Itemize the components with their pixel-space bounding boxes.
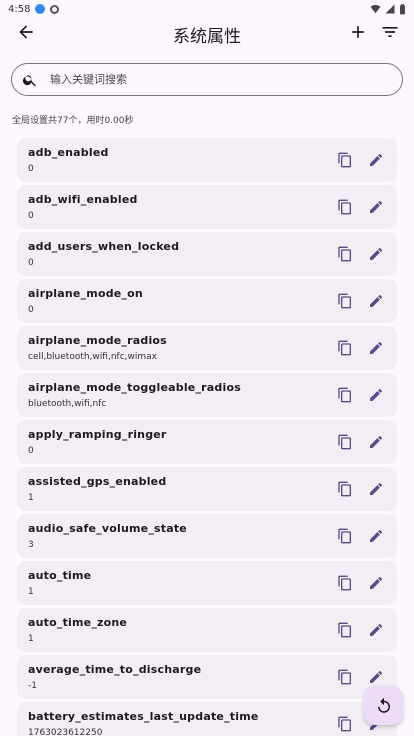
refresh-button[interactable] (364, 686, 403, 725)
battery-icon (400, 3, 405, 14)
setting-name: audio_safe_volume_state (28, 522, 187, 535)
copy-icon[interactable] (337, 246, 353, 262)
list-item[interactable]: audio_safe_volume_state 3 (17, 514, 397, 558)
setting-name: auto_time (28, 569, 92, 582)
pencil-icon[interactable] (368, 199, 384, 215)
settings-list: adb_enabled 0 adb_wifi_enabled 0 add_use… (17, 138, 397, 736)
list-item[interactable]: airplane_mode_radios cell,bluetooth,wifi… (17, 326, 397, 370)
wifi-icon (370, 4, 381, 14)
copy-icon[interactable] (337, 387, 353, 403)
setting-value: 3 (28, 540, 34, 550)
list-item[interactable]: assisted_gps_enabled 1 (17, 467, 397, 511)
search-input[interactable] (50, 73, 350, 86)
pencil-icon[interactable] (368, 293, 384, 309)
pencil-icon[interactable] (368, 528, 384, 544)
pencil-icon[interactable] (368, 246, 384, 262)
notification-icon (35, 4, 46, 14)
setting-value: 1 (28, 587, 34, 597)
setting-name: adb_enabled (28, 146, 109, 159)
setting-value: bluetooth,wifi,nfc (28, 399, 107, 409)
search-bar[interactable] (11, 63, 403, 96)
setting-name: airplane_mode_on (28, 287, 143, 300)
signal-icon (385, 4, 395, 14)
list-item[interactable]: adb_enabled 0 (17, 138, 397, 182)
setting-name: adb_wifi_enabled (28, 193, 138, 206)
copy-icon[interactable] (337, 434, 353, 450)
copy-icon[interactable] (337, 481, 353, 497)
settings-status-icon (50, 4, 60, 14)
plus-icon[interactable] (348, 22, 368, 42)
setting-value: 1763023612250 (28, 728, 103, 736)
pencil-icon[interactable] (368, 434, 384, 450)
setting-name: add_users_when_locked (28, 240, 180, 253)
setting-name: apply_ramping_ringer (28, 428, 167, 441)
list-item[interactable]: adb_wifi_enabled 0 (17, 185, 397, 229)
copy-icon[interactable] (337, 669, 353, 685)
setting-name: average_time_to_discharge (28, 663, 202, 676)
list-item[interactable]: battery_estimates_last_update_time 17630… (17, 702, 397, 736)
copy-icon[interactable] (337, 340, 353, 356)
copy-icon[interactable] (337, 199, 353, 215)
setting-value: 0 (28, 305, 34, 315)
pencil-icon[interactable] (368, 387, 384, 403)
list-item[interactable]: auto_time_zone 1 (17, 608, 397, 652)
setting-value: 1 (28, 493, 34, 503)
copy-icon[interactable] (337, 528, 353, 544)
list-item[interactable]: auto_time 1 (17, 561, 397, 605)
copy-icon[interactable] (337, 293, 353, 309)
setting-value: -1 (28, 681, 37, 691)
list-item[interactable]: apply_ramping_ringer 0 (17, 420, 397, 464)
setting-value: 0 (28, 164, 34, 174)
app-bar: 系统属性 (0, 18, 414, 48)
setting-name: airplane_mode_toggleable_radios (28, 381, 241, 394)
list-item[interactable]: average_time_to_discharge -1 (17, 655, 397, 699)
copy-icon[interactable] (337, 575, 353, 591)
setting-value: 0 (28, 258, 34, 268)
setting-name: airplane_mode_radios (28, 334, 167, 347)
setting-name: battery_estimates_last_update_time (28, 710, 259, 723)
list-item[interactable]: add_users_when_locked 0 (17, 232, 397, 276)
pencil-icon[interactable] (368, 340, 384, 356)
copy-icon[interactable] (337, 716, 353, 732)
pencil-icon[interactable] (368, 669, 384, 685)
setting-value: cell,bluetooth,wifi,nfc,wimax (28, 352, 157, 362)
status-time: 4:58 (8, 3, 31, 15)
status-bar: 4:58 (0, 0, 414, 18)
list-item[interactable]: airplane_mode_toggleable_radios bluetoot… (17, 373, 397, 417)
setting-name: auto_time_zone (28, 616, 128, 629)
copy-icon[interactable] (337, 622, 353, 638)
setting-value: 0 (28, 211, 34, 221)
setting-name: assisted_gps_enabled (28, 475, 167, 488)
pencil-icon[interactable] (368, 575, 384, 591)
search-icon (22, 74, 36, 86)
refresh-icon (377, 697, 390, 713)
setting-value: 1 (28, 634, 34, 644)
pencil-icon[interactable] (368, 152, 384, 168)
settings-summary: 全局设置共77个，用时0.00秒 (12, 116, 134, 126)
setting-value: 0 (28, 446, 34, 456)
pencil-icon[interactable] (368, 481, 384, 497)
filter-icon[interactable] (380, 22, 400, 42)
list-item[interactable]: airplane_mode_on 0 (17, 279, 397, 323)
copy-icon[interactable] (337, 152, 353, 168)
pencil-icon[interactable] (368, 622, 384, 638)
